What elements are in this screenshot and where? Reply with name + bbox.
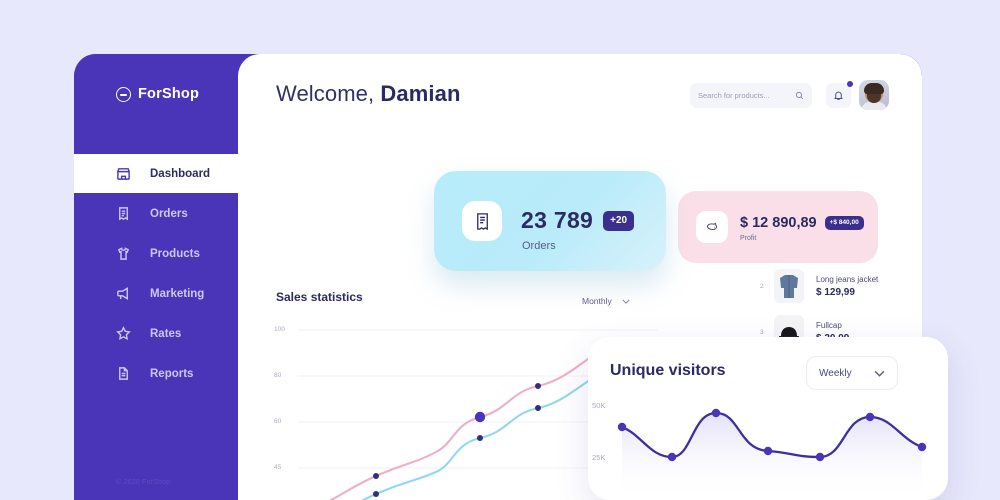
chevron-down-icon <box>622 299 630 304</box>
forshop-logo-icon <box>116 86 131 102</box>
y-tick-80: 80 <box>274 372 282 379</box>
sales-series-b-line <box>361 366 612 500</box>
product-price: $ 129,99 <box>816 286 855 298</box>
orders-badge: +20 <box>603 210 635 231</box>
product-info: Long jeans jacket $ 129,99 <box>816 275 878 298</box>
sidebar-item-label: Rates <box>150 327 182 340</box>
sidebar-item-marketing[interactable]: Marketing <box>74 274 238 313</box>
list-item[interactable]: 2 Long jeans jacket $ 129,99 <box>760 264 922 308</box>
product-name: Long jeans jacket <box>816 274 879 284</box>
profit-value-row: $ 12 890,89 +$ 840,00 <box>740 215 864 231</box>
unique-visitors-title: Unique visitors <box>610 362 726 379</box>
orders-label: Orders <box>522 240 556 252</box>
unique-visitors-chart: 50K 25K <box>588 395 948 500</box>
profit-value: $ 12 890,89 <box>740 215 817 231</box>
orders-value-row: 23 789 +20 <box>521 207 635 234</box>
unique-visitors-panel: Unique visitors Weekly 50K 25K <box>588 337 948 500</box>
greeting-text: Welcome, <box>276 81 375 106</box>
sales-data-points <box>373 339 619 497</box>
product-rank: 2 <box>760 282 764 290</box>
sidebar-nav: Dashboard Orders Products Marketing Rate… <box>74 154 258 393</box>
sidebar-item-products[interactable]: Products <box>74 234 238 273</box>
screenshot-stage: ForShop Dashboard Orders Products Market… <box>0 0 1000 500</box>
sales-statistics-title: Sales statistics <box>276 290 363 304</box>
unique-visitors-svg <box>617 408 927 500</box>
page-title: Welcome, Damian <box>276 81 461 107</box>
notifications-button[interactable] <box>826 81 853 108</box>
orders-stat-card[interactable]: 23 789 +20 Orders <box>434 171 666 271</box>
document-icon <box>119 367 128 380</box>
sidebar-item-label: Products <box>150 247 200 260</box>
unique-visitors-period-dropdown[interactable]: Weekly <box>806 356 898 390</box>
chevron-down-icon <box>874 370 885 377</box>
profit-label: Profit <box>740 235 757 242</box>
uv-y-tick-25k: 25K <box>592 453 606 462</box>
notification-badge <box>847 81 853 87</box>
sales-active-point[interactable] <box>474 411 486 423</box>
avatar-hair <box>864 83 884 94</box>
money-icon-wrap <box>696 211 728 243</box>
jacket-image <box>774 269 804 303</box>
search-icon[interactable] <box>795 90 804 101</box>
sidebar-item-label: Reports <box>150 367 194 380</box>
receipt-icon <box>119 207 128 221</box>
product-rank: 3 <box>760 328 764 336</box>
unique-visitors-period-value: Weekly <box>819 367 852 379</box>
y-tick-60: 60 <box>274 418 282 425</box>
product-name: Fullcap <box>816 320 842 330</box>
megaphone-icon <box>117 287 128 300</box>
receipt-icon <box>476 212 488 230</box>
money-icon <box>706 222 717 230</box>
brand-name: ForShop <box>138 86 200 102</box>
search-box[interactable] <box>690 83 812 108</box>
tshirt-icon <box>117 247 130 260</box>
sidebar-item-label: Dashboard <box>150 167 211 180</box>
orders-value: 23 789 <box>521 207 594 233</box>
sidebar-footer: © 2020 ForShop <box>116 479 171 486</box>
bell-icon <box>834 91 843 101</box>
sales-series-a-line <box>329 340 618 500</box>
product-thumbnail-jacket <box>774 269 804 303</box>
sidebar: ForShop Dashboard Orders Products Market… <box>74 54 258 500</box>
brand[interactable]: ForShop <box>116 86 238 102</box>
star-icon <box>116 326 131 341</box>
profit-stat-card[interactable]: $ 12 890,89 +$ 840,00 Profit <box>678 191 878 263</box>
y-tick-45: 45 <box>274 464 282 471</box>
sidebar-item-label: Marketing <box>150 287 205 300</box>
avatar[interactable] <box>859 80 889 110</box>
sidebar-item-reports[interactable]: Reports <box>74 354 238 393</box>
profit-badge: +$ 840,00 <box>824 215 864 231</box>
sales-period-dropdown[interactable]: Monthly <box>572 291 640 311</box>
sales-period-value: Monthly <box>582 296 612 306</box>
sidebar-item-rates[interactable]: Rates <box>74 314 238 353</box>
user-name: Damian <box>380 81 461 106</box>
store-icon <box>117 168 130 180</box>
sidebar-item-orders[interactable]: Orders <box>74 194 238 233</box>
sidebar-item-label: Orders <box>150 207 188 220</box>
y-tick-100: 100 <box>274 326 285 333</box>
search-input[interactable] <box>698 91 795 100</box>
uv-y-tick-50k: 50K <box>592 401 606 410</box>
avatar-body <box>861 102 887 110</box>
sidebar-item-dashboard[interactable]: Dashboard <box>74 154 258 193</box>
orders-icon-wrap <box>462 201 502 241</box>
